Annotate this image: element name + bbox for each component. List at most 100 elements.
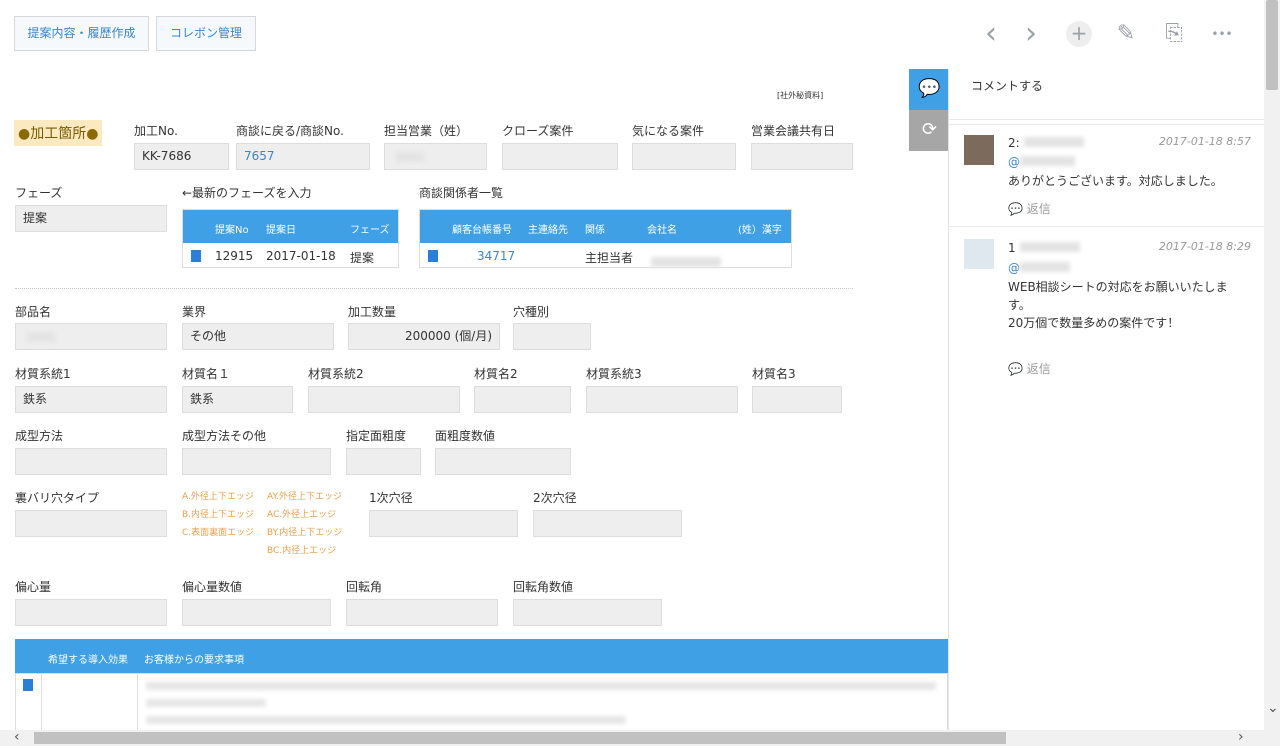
document-icon[interactable] (23, 679, 33, 691)
comment-tab-icon[interactable]: 💬 (909, 69, 950, 110)
requirements-table-header: 希望する導入効果 お客様からの要求事項 (15, 639, 948, 673)
sales-meeting-date-label: 営業会議共有日 (751, 124, 836, 138)
processing-location-label: ●加工箇所● (14, 120, 103, 146)
redacted-text (1019, 242, 1080, 252)
molding-method-label: 成型方法 (15, 429, 64, 443)
table-row[interactable]: 12915 2017-01-18 提案 (183, 243, 398, 269)
avatar (964, 239, 994, 269)
table-header: 提案No 提案日 フェーズ (183, 210, 398, 243)
col-main-contact: 主連絡先 (528, 225, 568, 236)
speech-bubble-icon: 💬 (1008, 202, 1023, 216)
table-row[interactable] (15, 673, 948, 730)
quantity-field: 200000 (個/月) (348, 323, 500, 350)
col-customer-request: お客様からの要求事項 (144, 655, 244, 666)
material-type1-field: 鉄系 (15, 386, 167, 413)
proposal-table: 提案No 提案日 フェーズ 12915 2017-01-18 提案 (182, 209, 399, 268)
speech-bubble-icon: 💬 (1008, 362, 1023, 376)
eccentricity-value-field (182, 599, 331, 626)
deal-no-label: 商談に戻る/商談No. (236, 124, 344, 138)
add-comment-link[interactable]: コメントする (971, 77, 1043, 94)
secondary-hole-dia-label: 2次穴径 (533, 491, 577, 505)
roughness-value-field (435, 448, 571, 475)
burr-option: BY.内径上下エッジ (267, 528, 343, 538)
col-customer-no: 顧客台帳番号 (452, 225, 512, 236)
material-name3-field (752, 386, 842, 413)
cell-customer-no[interactable]: 34717 (477, 249, 515, 263)
avatar (964, 135, 994, 165)
material-name1-field: 鉄系 (182, 386, 293, 413)
material-type2-label: 材質系統2 (308, 367, 364, 381)
duplicate-record-icon[interactable]: ⎘ (1161, 20, 1187, 48)
deal-no-link[interactable]: 7657 (236, 143, 370, 170)
horizontal-scrollbar[interactable]: ‹ › (0, 729, 1280, 746)
phase-field: 提案 (15, 205, 167, 232)
phase-label: フェーズ (15, 186, 63, 200)
scroll-down-icon[interactable]: ⌄ (1267, 700, 1279, 716)
add-record-icon[interactable]: + (1066, 21, 1092, 47)
processing-no-label: 加工No. (134, 124, 178, 138)
latest-phase-label: ←最新のフェーズを入力 (182, 186, 312, 200)
more-options-icon[interactable]: ••• (1206, 20, 1238, 48)
primary-hole-dia-label: 1次穴径 (369, 491, 413, 505)
mention[interactable]: @ (1008, 259, 1253, 277)
burr-option: AC.外径上エッジ (267, 510, 337, 520)
redacted-text (1023, 137, 1084, 147)
mention[interactable]: @ (1008, 153, 1253, 171)
reply-link[interactable]: 💬 返信 (1008, 360, 1051, 377)
scroll-left-icon[interactable]: ‹ (14, 729, 20, 745)
processing-no-field: KK-7686 (134, 143, 229, 170)
scroll-right-icon[interactable]: › (1238, 729, 1244, 745)
material-type3-label: 材質系統3 (586, 367, 642, 381)
table-row[interactable]: 34717 主担当者 (420, 243, 791, 269)
cell-divider (41, 674, 42, 730)
next-record-icon[interactable]: › (1018, 19, 1044, 49)
vertical-scrollbar[interactable]: ⌄ (1264, 0, 1280, 730)
material-name2-field (474, 386, 571, 413)
document-icon[interactable] (191, 250, 201, 262)
rotation-angle-field (346, 599, 498, 626)
burr-options-left: A.外径上下エッジ B.内径上下エッジ C.表面裏面エッジ (182, 488, 254, 542)
burr-options-right: AY.外径上下エッジ AC.外径上エッジ BY.内径上下エッジ BC.内径上エッ… (267, 488, 342, 560)
material-type3-field (586, 386, 738, 413)
sales-meeting-date-field (751, 143, 853, 170)
proposal-history-button[interactable]: 提案内容・履歴作成 (14, 16, 149, 51)
horizontal-scroll-thumb[interactable] (34, 732, 1006, 744)
col-surname: (姓）漢字 (738, 225, 782, 236)
comment-body-line: す。 (1008, 298, 1031, 312)
cell-relation: 主担当者 (585, 251, 634, 265)
history-tab-icon[interactable]: ⟳ (909, 110, 950, 151)
closed-case-field (502, 143, 618, 170)
rotation-value-field (513, 599, 662, 626)
redacted-text (146, 716, 626, 724)
redacted-text (146, 699, 266, 707)
vertical-scroll-thumb[interactable] (1266, 0, 1278, 90)
material-type1-label: 材質系統1 (15, 367, 71, 381)
prev-record-icon[interactable]: ‹ (978, 19, 1004, 49)
quantity-label: 加工数量 (348, 305, 397, 319)
watch-case-label: 気になる案件 (632, 124, 705, 138)
col-relation: 関係 (585, 225, 605, 236)
comment-body-line: WEB相談シートの対応をお願いいたしま (1008, 280, 1228, 294)
related-people-label: 商談関係者一覧 (419, 186, 504, 200)
document-icon[interactable] (428, 250, 438, 262)
comment-index: 1 (1008, 241, 1016, 255)
comment-body: ありがとうございます。対応しました。 (1008, 174, 1223, 188)
collabon-manage-button[interactable]: コレボン管理 (156, 16, 256, 51)
industry-field: その他 (182, 323, 334, 350)
marker-dot-left: ● (18, 126, 31, 142)
molding-other-label: 成型方法その他 (182, 429, 267, 443)
material-type2-field (308, 386, 460, 413)
edit-record-icon[interactable]: ✎ (1113, 20, 1139, 48)
related-people-table: 顧客台帳番号 主連絡先 関係 会社名 (姓）漢字 34717 主担当者 (419, 209, 792, 268)
comment-item: 1 2017-01-18 8:29 @ WEB相談シートの対応をお願いいたしま … (949, 226, 1265, 386)
closed-case-label: クローズ案件 (502, 124, 574, 138)
redacted-text (1020, 262, 1070, 272)
cell-proposal-date: 2017-01-18 (266, 249, 336, 263)
col-proposal-date: 提案日 (266, 225, 296, 236)
cell-divider (137, 674, 138, 730)
cell-company-redacted (647, 243, 732, 267)
col-phase: フェーズ (350, 225, 390, 236)
eccentricity-value-label: 偏心量数値 (182, 580, 243, 594)
marker-dot-right: ● (86, 126, 99, 142)
reply-link[interactable]: 💬 返信 (1008, 200, 1051, 217)
